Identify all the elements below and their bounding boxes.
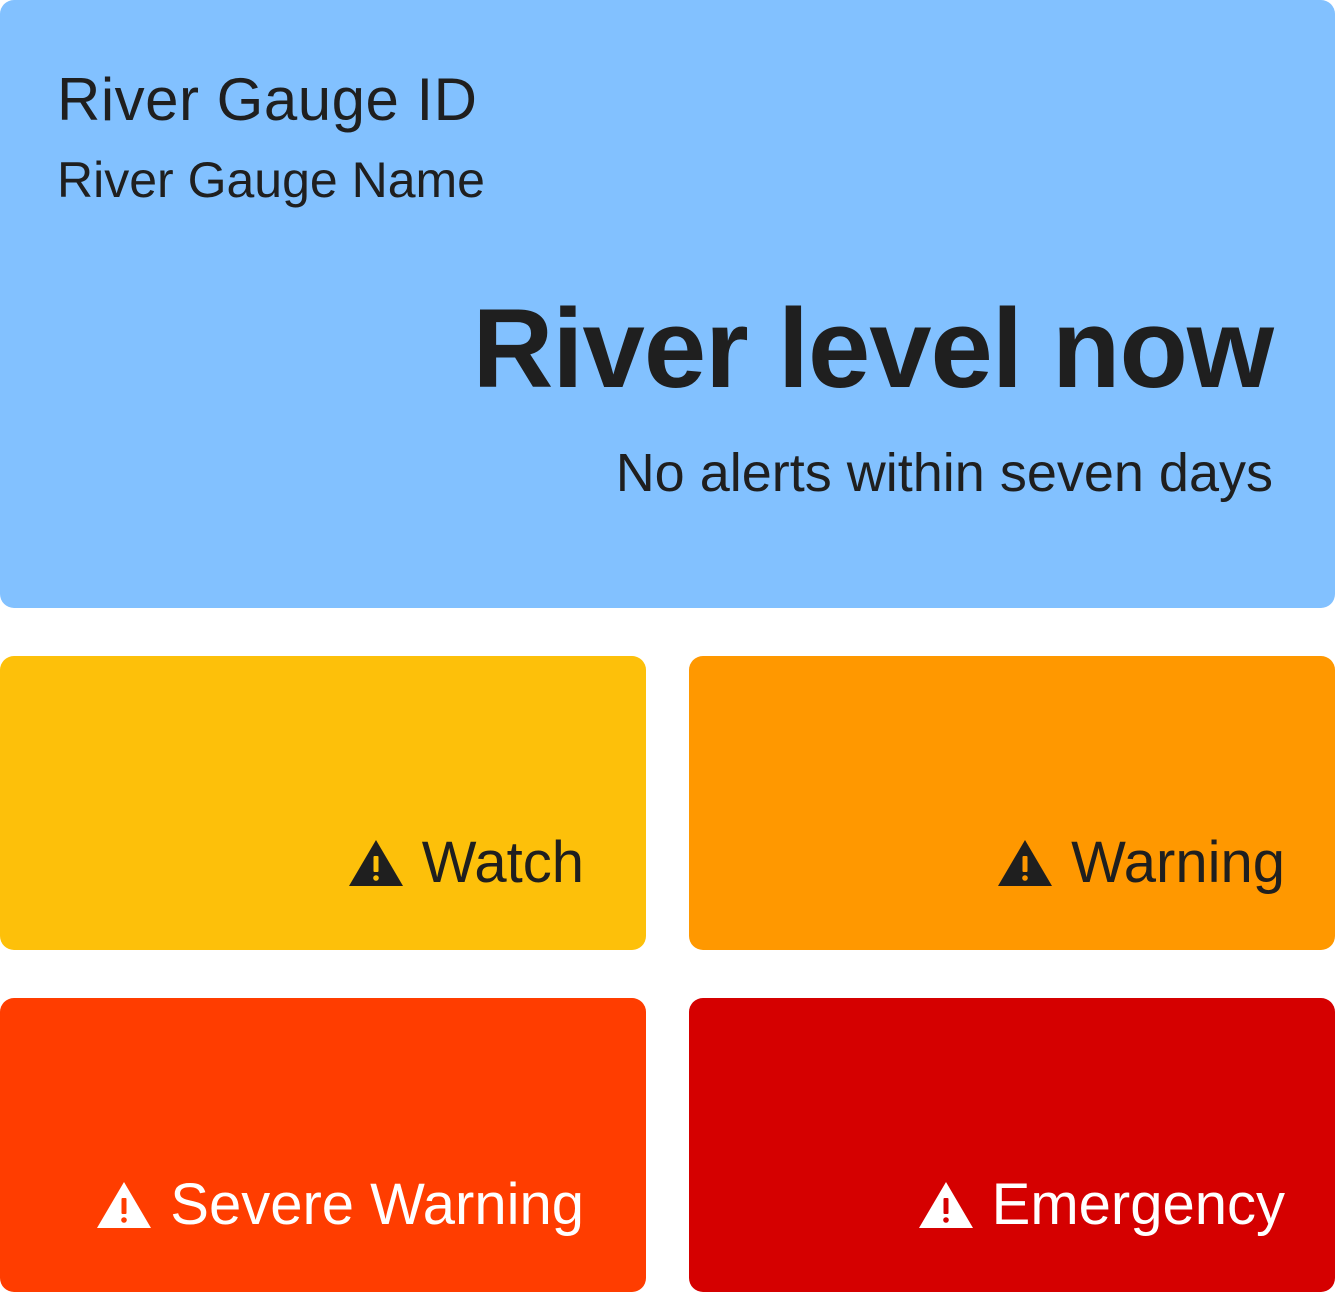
alert-tile-content: Warning [997,828,1285,898]
alert-tile-label: Warning [1071,830,1285,895]
warning-triangle-icon [998,840,1053,886]
alert-tile-label: Watch [421,830,584,895]
warning-triangle-icon [97,1182,152,1228]
alert-tile-content: Watch [348,828,584,898]
alert-tile-watch: Watch [0,656,646,950]
alert-tile-content: Emergency [918,1170,1285,1240]
alert-tile-content: Severe Warning [96,1170,584,1240]
alert-tile-label: Severe Warning [170,1172,584,1237]
alert-summary: No alerts within seven days [615,443,1273,503]
warning-triangle-icon [918,1182,973,1228]
gauge-name: River Gauge Name [57,152,485,208]
warning-triangle-icon [348,840,403,886]
river-level-card: River Gauge ID River Gauge Name River le… [0,0,1335,608]
river-level-heading: River level now [472,286,1274,411]
alert-tile-severe-warning: Severe Warning [0,998,646,1292]
alert-tile-warning: Warning [689,656,1335,950]
alert-tile-emergency: Emergency [689,998,1335,1292]
alert-tile-label: Emergency [991,1172,1285,1237]
gauge-id: River Gauge ID [57,66,478,133]
